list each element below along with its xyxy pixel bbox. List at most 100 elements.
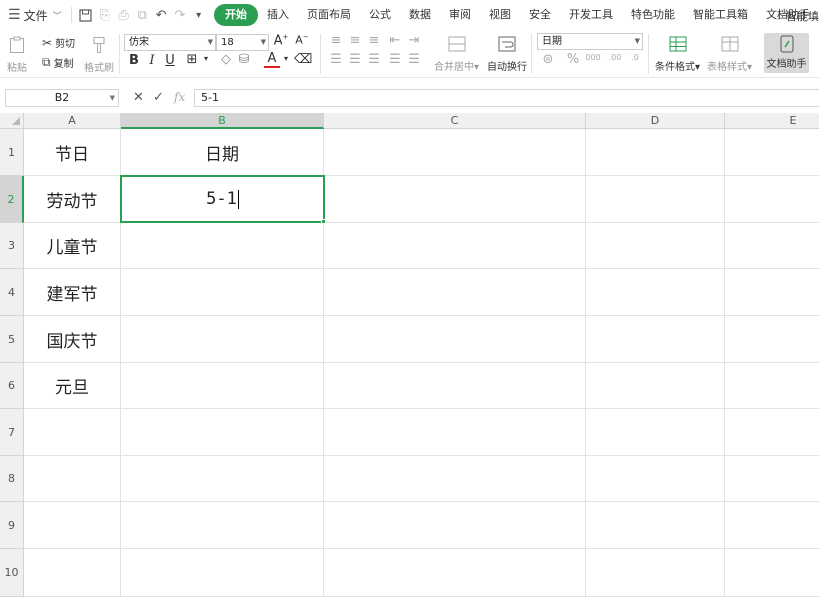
check-icon[interactable]: ✓	[153, 90, 164, 105]
cell-b1[interactable]: 日期	[121, 129, 324, 176]
column-header-b[interactable]: B	[121, 113, 324, 129]
cell-c3[interactable]	[324, 223, 586, 269]
increase-font-icon[interactable]: A+	[273, 33, 289, 48]
tab-formulas[interactable]: 公式	[360, 4, 400, 26]
row-header-8[interactable]: 8	[0, 456, 24, 502]
cell-b3[interactable]	[121, 223, 324, 269]
thousands-icon[interactable]: 000	[585, 53, 601, 62]
cell-e9[interactable]	[725, 502, 819, 549]
wrap-text-button[interactable]: 自动换行	[487, 34, 527, 73]
cell-b4[interactable]	[121, 269, 324, 316]
cell-e2[interactable]	[725, 176, 819, 223]
tab-data[interactable]: 数据	[400, 4, 440, 26]
row-header-3[interactable]: 3	[0, 223, 24, 269]
formula-input[interactable]: 5-1	[194, 89, 819, 107]
customize-chevron-icon[interactable]: ▾	[189, 4, 208, 26]
cell-c10[interactable]	[324, 549, 586, 597]
save-icon[interactable]	[77, 4, 96, 26]
file-menu[interactable]: ☰ 文件 ﹀	[0, 0, 66, 30]
cell-b10[interactable]	[121, 549, 324, 597]
decrease-font-icon[interactable]: A−	[294, 33, 310, 47]
conditional-format-button[interactable]: 条件格式▾	[655, 34, 700, 73]
cell-d3[interactable]	[586, 223, 725, 269]
tab-view[interactable]: 视图	[480, 4, 520, 26]
column-header-e[interactable]: E	[725, 113, 819, 129]
cell-b8[interactable]	[121, 456, 324, 502]
cell-c2[interactable]	[324, 176, 586, 223]
cut-button[interactable]: ✂ 剪切	[42, 35, 75, 51]
indent-decrease-icon[interactable]: ⇤	[387, 33, 403, 48]
select-all-corner[interactable]	[0, 113, 24, 129]
cancel-icon[interactable]: ✕	[133, 90, 144, 105]
cell-a6[interactable]: 元旦	[24, 363, 121, 409]
column-header-a[interactable]: A	[24, 113, 121, 129]
cell-a7[interactable]	[24, 409, 121, 456]
cell-e5[interactable]	[725, 316, 819, 363]
format-painter-button[interactable]: 格式刷	[84, 35, 114, 74]
cell-c8[interactable]	[324, 456, 586, 502]
cell-a3[interactable]: 儿童节	[24, 223, 121, 269]
row-header-10[interactable]: 10	[0, 549, 24, 597]
chevron-down-icon[interactable]: ▾	[198, 54, 214, 63]
fill-color-icon[interactable]: ◇	[218, 52, 234, 67]
paste-button[interactable]: 粘贴	[6, 35, 28, 74]
cell-a10[interactable]	[24, 549, 121, 597]
insert-function-icon[interactable]: fx	[174, 90, 185, 104]
active-cell-b2[interactable]: 5-1	[120, 175, 326, 224]
align-middle-icon[interactable]: ≡	[347, 33, 363, 48]
doc-assistant-button[interactable]: 文档助手	[764, 33, 809, 73]
cell-a8[interactable]	[24, 456, 121, 502]
align-center-icon[interactable]: ☰	[347, 52, 363, 67]
cell-d8[interactable]	[586, 456, 725, 502]
align-bottom-icon[interactable]: ≡	[366, 33, 382, 48]
cell-d2[interactable]	[586, 176, 725, 223]
row-header-9[interactable]: 9	[0, 502, 24, 549]
cell-b6[interactable]	[121, 363, 324, 409]
tab-page-layout[interactable]: 页面布局	[298, 4, 360, 26]
cell-d10[interactable]	[586, 549, 725, 597]
underline-icon[interactable]: U	[162, 53, 178, 68]
distribute-icon[interactable]: ☰	[406, 52, 422, 67]
cell-a2[interactable]: 劳动节	[24, 176, 121, 223]
tab-features[interactable]: 特色功能	[622, 4, 684, 26]
print-icon[interactable]: ⎙	[114, 4, 133, 26]
cell-e7[interactable]	[725, 409, 819, 456]
align-right-icon[interactable]: ☰	[366, 52, 382, 67]
chevron-down-icon[interactable]: ▾	[278, 54, 294, 63]
cell-c6[interactable]	[324, 363, 586, 409]
name-box[interactable]: B2 ▼	[5, 89, 119, 107]
bold-icon[interactable]: B	[126, 53, 142, 68]
smart-search[interactable]: ⌕ 智能填	[773, 5, 819, 27]
tab-security[interactable]: 安全	[520, 4, 560, 26]
undo-icon[interactable]: ↶	[152, 4, 171, 26]
currency-icon[interactable]: ⊜	[540, 52, 556, 67]
increase-decimal-icon[interactable]: .00	[607, 53, 623, 62]
cell-d5[interactable]	[586, 316, 725, 363]
cell-d1[interactable]	[586, 129, 725, 176]
cell-e10[interactable]	[725, 549, 819, 597]
align-top-icon[interactable]: ≡	[328, 33, 344, 48]
percent-icon[interactable]: %	[565, 52, 581, 67]
cell-d9[interactable]	[586, 502, 725, 549]
cell-d6[interactable]	[586, 363, 725, 409]
copy-button[interactable]: ⧉ 复制	[42, 55, 74, 70]
cell-c7[interactable]	[324, 409, 586, 456]
cell-e1[interactable]	[725, 129, 819, 176]
italic-icon[interactable]: I	[144, 53, 160, 68]
redo-icon[interactable]: ↷	[170, 4, 189, 26]
font-size-select[interactable]: 18 ▼	[216, 34, 269, 51]
preview-icon[interactable]: ⧉	[133, 4, 152, 26]
cell-a5[interactable]: 国庆节	[24, 316, 121, 363]
cell-b7[interactable]	[121, 409, 324, 456]
cell-a9[interactable]	[24, 502, 121, 549]
fill-bucket-icon[interactable]: ⛁	[236, 52, 252, 67]
row-header-6[interactable]: 6	[0, 363, 24, 409]
column-header-c[interactable]: C	[324, 113, 586, 129]
font-name-select[interactable]: 仿宋 ▼	[124, 34, 216, 51]
cell-a1[interactable]: 节日	[24, 129, 121, 176]
cell-c5[interactable]	[324, 316, 586, 363]
merge-center-button[interactable]: 合并居中▾	[434, 34, 479, 73]
tab-smart-toolbox[interactable]: 智能工具箱	[684, 4, 757, 26]
indent-increase-icon[interactable]: ⇥	[406, 33, 422, 48]
justify-icon[interactable]: ☰	[387, 52, 403, 67]
